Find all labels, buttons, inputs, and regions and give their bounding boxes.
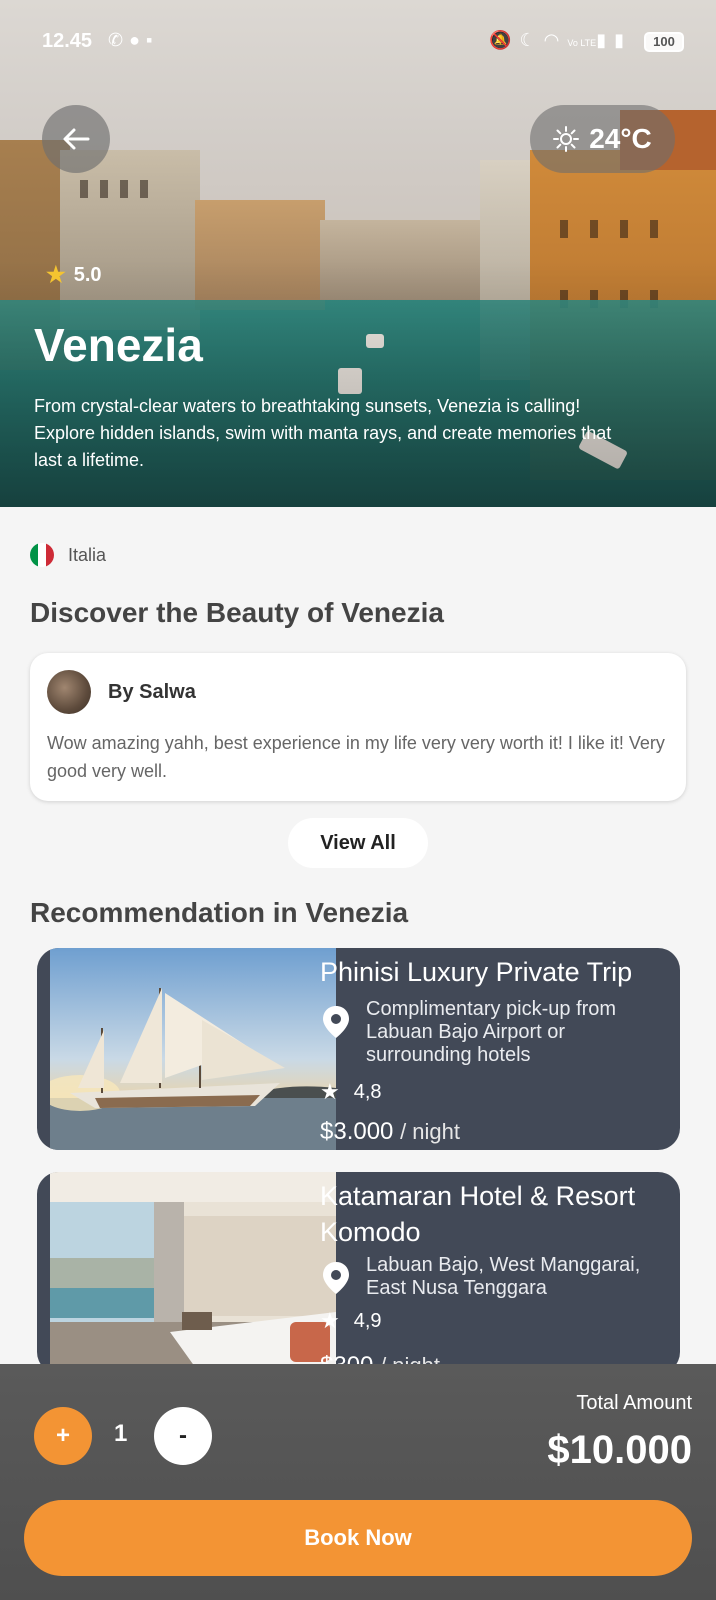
volte-icon: Vo LTE [567,38,597,48]
battery-icon: 100 [644,32,684,52]
book-now-button[interactable]: Book Now [24,1500,692,1576]
signal-icon: ▮ [596,30,615,50]
moon-icon: ☾ [519,30,544,50]
recommendation-location: Labuan Bajo, West Manggarai, East Nusa T… [320,1254,670,1301]
italy-flag-icon [30,543,54,567]
window [100,180,108,198]
country-name: Italia [68,544,107,565]
destination-rating: ★ 5.0 [46,262,102,288]
rating-value: 4,8 [353,1080,382,1103]
price-unit: / night [400,1119,461,1144]
window [590,220,598,238]
location-pin-icon [320,998,354,1067]
sun-icon [553,126,580,152]
signal-icon: ▮ [614,30,632,50]
window [140,180,148,198]
review-card[interactable]: By Salwa Wow amazing yahh, best experien… [30,653,686,801]
location-text: Labuan Bajo, West Manggarai, East Nusa T… [366,1254,641,1299]
sailboat-photo [50,948,336,1150]
hotel-room-photo [50,1172,336,1374]
rating-value: 5.0 [73,263,102,286]
view-all-button[interactable]: View All [288,818,428,868]
arrow-left-icon [63,128,90,150]
system-icons: 🔕☾◠Vo LTE▮▮ [489,30,632,51]
recommendation-title: Recommendation in Venezia [30,897,409,928]
whatsapp-icon: ✆ [108,30,130,50]
weather-badge: 24°C [530,105,675,173]
status-bar: 12.45 ✆●▪ 🔕☾◠Vo LTE▮▮ 100 [0,0,716,80]
decrease-quantity-button[interactable]: - [154,1407,212,1465]
window [560,220,568,238]
back-button[interactable] [42,105,110,173]
window [620,220,628,238]
notification-icons: ✆●▪ [108,30,158,51]
star-icon: ★ [320,1308,340,1333]
wifi-icon: ◠ [543,30,568,50]
destination-title: Venezia [34,319,203,371]
star-icon: ★ [320,1079,340,1104]
window [650,220,658,238]
recommendation-rating: ★ 4,8 [320,1079,382,1105]
recommendation-card[interactable]: Katamaran Hotel & Resort Komodo Labuan B… [37,1172,680,1374]
review-text: Wow amazing yahh, best experience in my … [47,733,665,781]
chat-icon: ● [129,30,146,50]
sailboat-image [50,948,336,1150]
quantity-value: 1 [114,1420,128,1447]
star-icon: ★ [46,262,66,287]
recommendation-card[interactable]: Phinisi Luxury Private Trip Complimentar… [37,948,680,1150]
increase-quantity-button[interactable]: + [34,1407,92,1465]
recommendation-rating: ★ 4,9 [320,1308,382,1334]
recommendation-location: Complimentary pick-up from Labuan Bajo A… [320,998,670,1067]
discover-title: Discover the Beauty of Venezia [30,597,444,628]
hotel-room-image [50,1172,336,1374]
destination-description: From crystal-clear waters to breathtakin… [34,396,612,470]
location-pin-icon [320,1254,354,1301]
window [80,180,88,198]
window [120,180,128,198]
total-amount-value: $10.000 [547,1428,692,1472]
recommendation-name: Phinisi Luxury Private Trip [320,957,633,987]
total-amount-label: Total Amount [576,1392,692,1414]
mute-icon: 🔕 [489,30,520,50]
review-author: By Salwa [108,681,196,703]
shop-icon: ▪ [145,30,159,50]
location-text: Complimentary pick-up from Labuan Bajo A… [366,998,617,1066]
country-label: Italia [30,543,106,567]
recommendation-price: $3.000 / night [320,1118,460,1146]
rating-value: 4,9 [353,1309,382,1332]
temperature: 24°C [589,123,652,154]
status-time: 12.45 [42,30,93,52]
price-value: $3.000 [320,1118,394,1145]
avatar [47,670,91,714]
recommendation-name: Katamaran Hotel & Resort Komodo [320,1181,636,1247]
